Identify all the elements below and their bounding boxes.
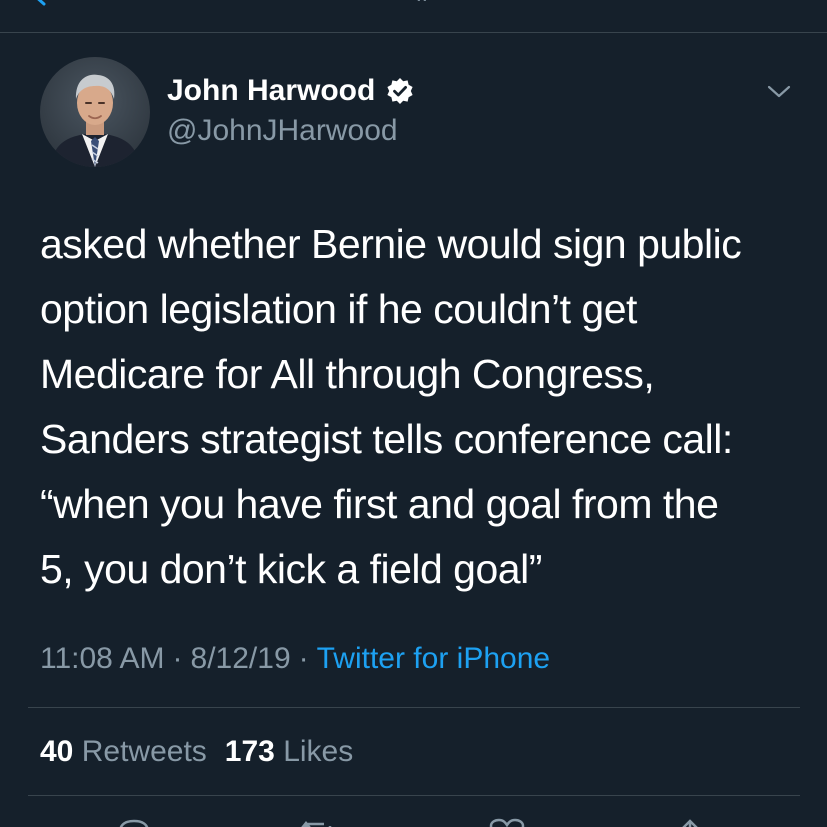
verified-badge-icon bbox=[387, 78, 413, 104]
tweet-date: 8/12/19 bbox=[190, 642, 291, 675]
meta-separator: · bbox=[172, 642, 183, 675]
retweets-count: 40 bbox=[40, 735, 74, 768]
retweet-icon[interactable] bbox=[298, 818, 338, 827]
chevron-left-icon[interactable] bbox=[30, 0, 50, 6]
author-handle[interactable]: @JohnJHarwood bbox=[167, 113, 398, 149]
avatar[interactable] bbox=[40, 57, 150, 167]
tweet-metadata: 11:08 AM · 8/12/19 · Twitter for iPhone bbox=[40, 639, 550, 679]
chevron-down-icon[interactable] bbox=[766, 84, 792, 100]
likes-count: 173 bbox=[224, 735, 275, 768]
retweets-stat[interactable]: 40 Retweets bbox=[40, 735, 207, 768]
tweet-text: asked whether Bernie would sign public o… bbox=[40, 221, 742, 592]
navigation-bar bbox=[0, 0, 827, 33]
divider bbox=[28, 795, 800, 796]
heart-icon[interactable] bbox=[487, 818, 527, 827]
meta-separator: · bbox=[298, 642, 309, 675]
reply-icon[interactable] bbox=[114, 818, 154, 827]
tweet-source-link[interactable]: Twitter for iPhone bbox=[317, 642, 550, 675]
author-name[interactable]: John Harwood bbox=[167, 73, 375, 109]
tweet-header: John Harwood @JohnJHarwood bbox=[40, 57, 800, 169]
author-name-row[interactable]: John Harwood bbox=[167, 73, 414, 109]
engagement-stats: 40 Retweets 173 Likes bbox=[40, 732, 353, 772]
divider bbox=[28, 707, 800, 708]
action-bar bbox=[0, 812, 827, 827]
nav-title-glyph-icon bbox=[417, 0, 426, 1]
tweet-time: 11:08 AM bbox=[40, 642, 165, 675]
share-icon[interactable] bbox=[670, 818, 710, 827]
avatar-image bbox=[40, 57, 150, 167]
likes-label: Likes bbox=[283, 735, 354, 768]
likes-stat[interactable]: 173 Likes bbox=[225, 735, 353, 768]
retweets-label: Retweets bbox=[81, 735, 207, 768]
